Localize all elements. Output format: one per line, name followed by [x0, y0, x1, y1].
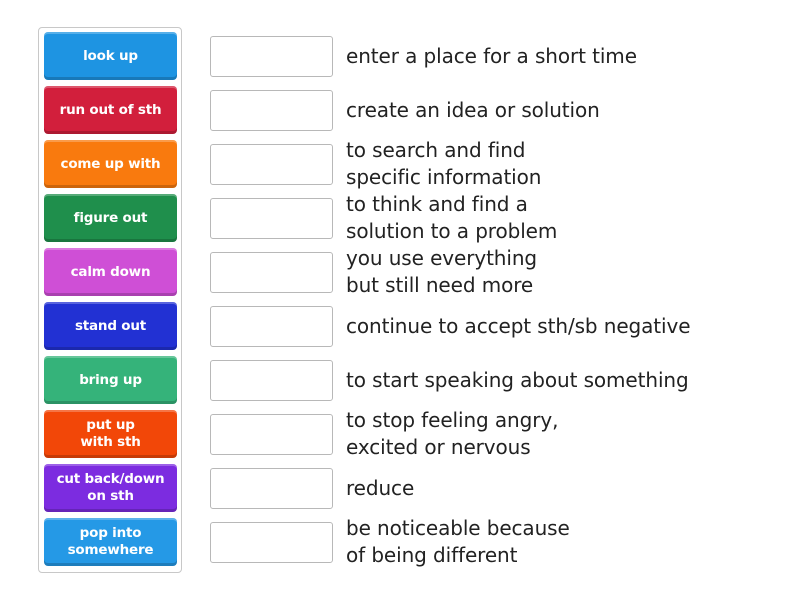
definition-text: to search and find specific information [346, 138, 542, 189]
definition-text: create an idea or solution [346, 97, 600, 122]
definition-text: enter a place for a short time [346, 43, 637, 68]
answer-drop-box[interactable] [210, 306, 333, 347]
match-up-activity: look up run out of sth come up with figu… [0, 0, 800, 600]
draggable-tile[interactable]: put up with sth [44, 410, 177, 458]
draggable-tile[interactable]: run out of sth [44, 86, 177, 134]
draggable-tile[interactable]: cut back/down on sth [44, 464, 177, 512]
answer-drop-box[interactable] [210, 414, 333, 455]
draggable-tile[interactable]: figure out [44, 194, 177, 242]
definition-text: you use everything but still need more [346, 246, 538, 297]
definition-text: be noticeable because of being different [346, 516, 570, 567]
answer-drop-box[interactable] [210, 36, 333, 77]
answer-drop-box[interactable] [210, 90, 333, 131]
answer-drop-box[interactable] [210, 360, 333, 401]
draggable-tile[interactable]: come up with [44, 140, 177, 188]
answer-drop-box[interactable] [210, 144, 333, 185]
definition-text: to think and find a solution to a proble… [346, 192, 558, 243]
answer-drop-box[interactable] [210, 468, 333, 509]
answer-drop-box[interactable] [210, 252, 333, 293]
draggable-tile[interactable]: look up [44, 32, 177, 80]
definition-text: to start speaking about something [346, 367, 689, 392]
answer-drop-box[interactable] [210, 198, 333, 239]
definition-text: continue to accept sth/sb negative [346, 313, 691, 338]
definition-text: reduce [346, 475, 415, 500]
tile-bank: look up run out of sth come up with figu… [38, 27, 182, 573]
draggable-tile[interactable]: pop into somewhere [44, 518, 177, 566]
answer-drop-box[interactable] [210, 522, 333, 563]
draggable-tile[interactable]: bring up [44, 356, 177, 404]
draggable-tile[interactable]: stand out [44, 302, 177, 350]
draggable-tile[interactable]: calm down [44, 248, 177, 296]
definition-text: to stop feeling angry, excited or nervou… [346, 408, 559, 459]
